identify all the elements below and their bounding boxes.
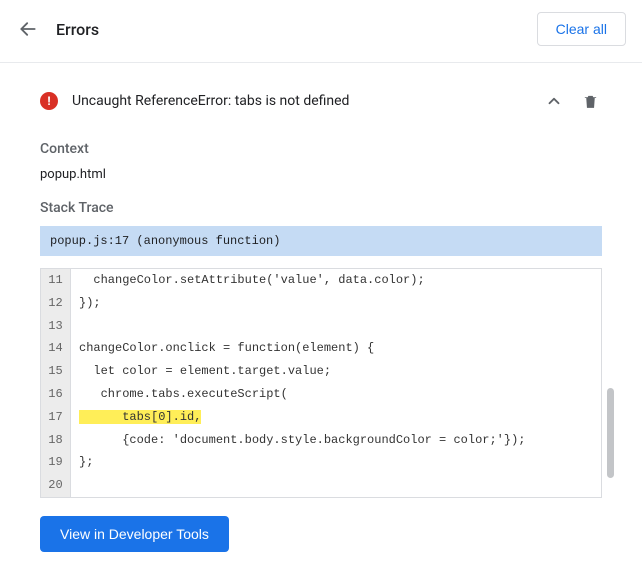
page-title: Errors — [56, 20, 537, 39]
collapse-button[interactable] — [542, 89, 566, 113]
code-row: 16 chrome.tabs.executeScript( — [41, 383, 601, 406]
line-number: 19 — [41, 451, 71, 474]
code-line — [71, 474, 601, 497]
code-row: 15 let color = element.target.value; — [41, 360, 601, 383]
line-number: 14 — [41, 337, 71, 360]
line-number: 18 — [41, 429, 71, 452]
code-row: 11 changeColor.setAttribute('value', dat… — [41, 269, 601, 292]
error-message: Uncaught ReferenceError: tabs is not def… — [72, 93, 530, 109]
code-line: let color = element.target.value; — [71, 360, 601, 383]
view-in-dev-tools-button[interactable]: View in Developer Tools — [40, 516, 229, 552]
line-number: 13 — [41, 315, 71, 338]
code-line: changeColor.setAttribute('value', data.c… — [71, 269, 601, 292]
code-row: 14changeColor.onclick = function(element… — [41, 337, 601, 360]
context-label: Context — [40, 141, 602, 157]
trash-icon — [582, 93, 599, 110]
content: ! Uncaught ReferenceError: tabs is not d… — [0, 62, 642, 576]
code-line: changeColor.onclick = function(element) … — [71, 337, 601, 360]
back-button[interactable] — [16, 17, 40, 41]
error-row[interactable]: ! Uncaught ReferenceError: tabs is not d… — [40, 79, 602, 123]
code-row: 12}); — [41, 292, 601, 315]
stack-trace-label: Stack Trace — [40, 200, 602, 216]
stack-trace-header[interactable]: popup.js:17 (anonymous function) — [40, 226, 602, 256]
line-number: 15 — [41, 360, 71, 383]
scrollbar-thumb[interactable] — [607, 388, 614, 478]
code-block: 11 changeColor.setAttribute('value', dat… — [40, 268, 602, 498]
code-line: {code: 'document.body.style.backgroundCo… — [71, 429, 601, 452]
header: Errors Clear all — [0, 0, 642, 58]
code-row: 20 — [41, 474, 601, 497]
line-number: 12 — [41, 292, 71, 315]
code-line: chrome.tabs.executeScript( — [71, 383, 601, 406]
code-line — [71, 315, 601, 338]
code-line: }); — [71, 292, 601, 315]
code-line: tabs[0].id, — [71, 406, 601, 429]
line-number: 11 — [41, 269, 71, 292]
highlighted-code: tabs[0].id, — [79, 410, 201, 424]
code-row: 18 {code: 'document.body.style.backgroun… — [41, 429, 601, 452]
code-row: 19}; — [41, 451, 601, 474]
arrow-left-icon — [18, 19, 38, 39]
delete-button[interactable] — [578, 89, 602, 113]
chevron-up-icon — [545, 92, 563, 110]
code-row: 13 — [41, 315, 601, 338]
error-icon: ! — [40, 92, 58, 110]
code-row: 17 tabs[0].id, — [41, 406, 601, 429]
context-value: popup.html — [40, 167, 602, 182]
code-line: }; — [71, 451, 601, 474]
line-number: 17 — [41, 406, 71, 429]
clear-all-button[interactable]: Clear all — [537, 12, 626, 46]
line-number: 16 — [41, 383, 71, 406]
line-number: 20 — [41, 474, 71, 497]
